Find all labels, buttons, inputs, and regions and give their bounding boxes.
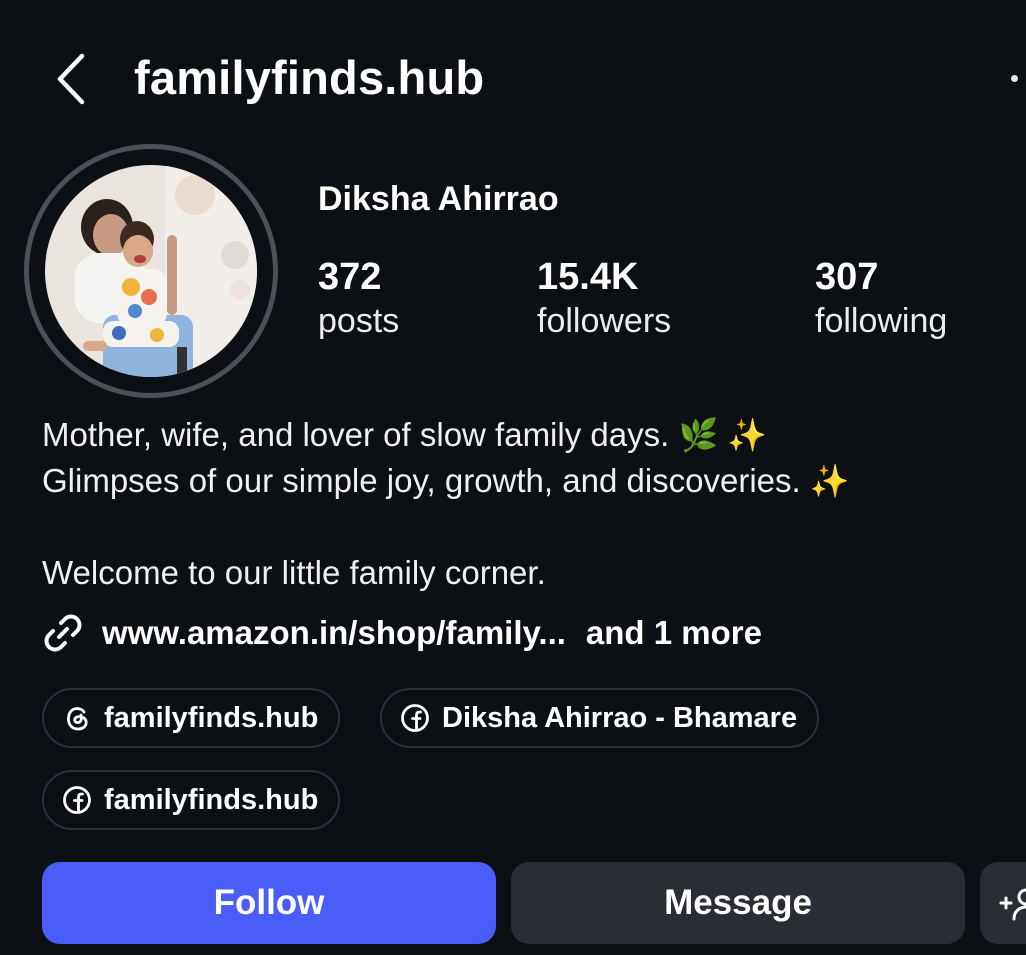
chip-label: Diksha Ahirrao - Bhamare	[442, 701, 798, 734]
following-stat[interactable]: 307 following	[815, 256, 947, 344]
avatar[interactable]	[45, 165, 257, 377]
add-user-button[interactable]	[980, 862, 1026, 944]
chip-label: familyfinds.hub	[104, 783, 319, 816]
posts-label: posts	[318, 302, 400, 340]
back-button[interactable]	[48, 50, 92, 108]
bio: Mother, wife, and lover of slow family d…	[42, 412, 1002, 596]
bio-text: Mother, wife, and lover of slow family d…	[42, 416, 670, 453]
threads-chip[interactable]: familyfinds.hub	[42, 688, 341, 748]
bio-text: Welcome to our little family corner.	[42, 554, 546, 591]
bio-line: Glimpses of our simple joy, growth, and …	[42, 458, 1002, 504]
chevron-left-icon	[57, 53, 85, 105]
facebook-chip[interactable]: familyfinds.hub	[42, 770, 341, 830]
followers-count: 15.4K	[537, 256, 639, 298]
bio-emoji: 🌿 ✨	[678, 417, 768, 453]
bio-text: Glimpses of our simple joy, growth, and …	[42, 462, 801, 499]
threads-icon	[67, 707, 88, 731]
facebook-chip[interactable]: Diksha Ahirrao - Bhamare	[380, 688, 820, 748]
posts-stat[interactable]: 372 posts	[318, 256, 399, 344]
page-title: familyfinds.hub	[134, 51, 485, 104]
facebook-icon	[401, 704, 429, 732]
bio-line: Mother, wife, and lover of slow family d…	[42, 412, 1002, 458]
more-icon[interactable]	[1011, 75, 1018, 82]
followers-label: followers	[537, 302, 672, 340]
add-user-icon	[999, 888, 1026, 921]
link-url[interactable]: www.amazon.in/shop/family...	[102, 614, 566, 652]
following-label: following	[815, 302, 948, 340]
link-icon	[44, 614, 82, 652]
posts-count: 372	[318, 256, 382, 298]
bio-emoji: ✨	[809, 463, 850, 499]
avatar-story-ring[interactable]	[24, 144, 278, 398]
facebook-icon	[63, 786, 91, 814]
chip-label: familyfinds.hub	[104, 701, 319, 734]
follow-button[interactable]: Follow	[42, 862, 496, 944]
profile-photo	[45, 165, 257, 377]
link-more[interactable]: and 1 more	[586, 614, 762, 652]
message-button[interactable]: Message	[511, 862, 965, 944]
profile-page: familyfinds.hub Diksha Ahirrao 372 posts…	[0, 0, 1026, 955]
followers-stat[interactable]: 15.4K followers	[537, 256, 671, 344]
profile-name: Diksha Ahirrao	[318, 180, 559, 218]
following-count: 307	[815, 256, 879, 298]
bio-link[interactable]: www.amazon.in/shop/family... and 1 more	[42, 610, 762, 656]
bio-spacer	[42, 504, 1002, 550]
